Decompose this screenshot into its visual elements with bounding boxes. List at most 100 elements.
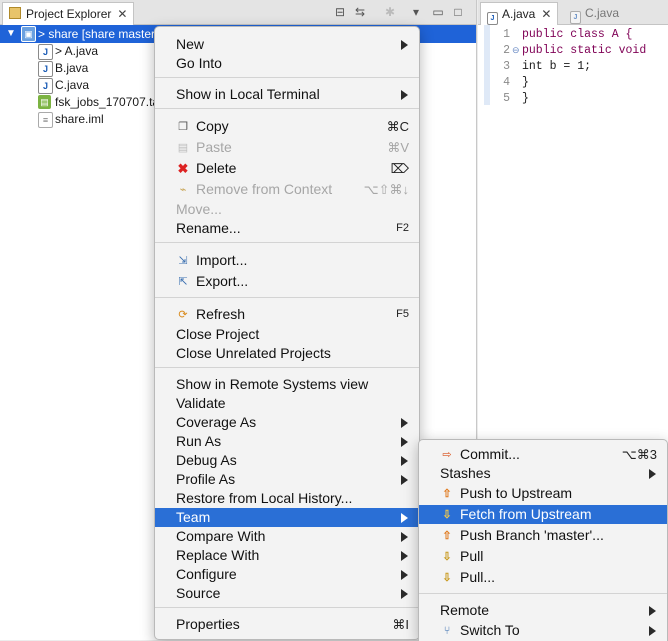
menu-item-source[interactable]: Source [155, 584, 419, 603]
tab-a-java[interactable]: J A.java ✕ [480, 2, 559, 25]
menu-item-go-into[interactable]: Go Into [155, 54, 419, 73]
menu-item-fetch-upstream[interactable]: ⇩ Fetch from Upstream [419, 505, 667, 524]
menu-item-close-project[interactable]: Close Project [155, 325, 419, 344]
menu-item-commit[interactable]: ⇨ Commit... ⌥⌘3 [419, 445, 667, 464]
shortcut: ⌘C [386, 119, 409, 134]
pull-icon: ⇩ [442, 551, 452, 563]
menu-label: Push Branch 'master'... [460, 527, 604, 543]
submenu-arrow-icon [401, 437, 408, 447]
menu-label: Run As [176, 433, 222, 449]
remove-context-icon: ⌁ [179, 184, 187, 196]
line-number: 4 [503, 76, 510, 89]
menu-item-new[interactable]: New [155, 35, 419, 54]
menu-item-export[interactable]: ⇱ Export... [155, 272, 419, 291]
menu-label: Close Unrelated Projects [176, 345, 331, 361]
menu-item-delete[interactable]: ✖ Delete ⌦ [155, 159, 419, 178]
shortcut: ⌥⌘3 [621, 447, 657, 462]
menu-item-refresh[interactable]: ⟳ Refresh F5 [155, 305, 419, 324]
project-folder-icon: ▣ [21, 26, 36, 42]
submenu-arrow-icon [649, 469, 656, 479]
pull-dialog-icon: ⇩ [442, 572, 452, 584]
menu-item-rename[interactable]: Rename... F2 [155, 219, 419, 238]
submenu-arrow-icon [401, 40, 408, 50]
submenu-arrow-icon [401, 589, 408, 599]
menu-label: Restore from Local History... [176, 490, 353, 506]
menu-item-close-unrelated[interactable]: Close Unrelated Projects [155, 344, 419, 363]
menu-item-remote[interactable]: Remote [419, 601, 667, 620]
menu-label: Compare With [176, 528, 266, 544]
fold-icon[interactable]: ⊖ [512, 43, 520, 59]
tab-c-java[interactable]: J C.java [564, 2, 625, 24]
menu-item-validate[interactable]: Validate [155, 394, 419, 413]
code-line: 4 } [478, 75, 668, 91]
import-icon: ⇲ [178, 255, 188, 267]
menu-item-coverage-as[interactable]: Coverage As [155, 413, 419, 432]
shortcut: ⌥⇧⌘↓ [363, 182, 409, 197]
menu-item-replace-with[interactable]: Replace With [155, 546, 419, 565]
menu-item-debug-as[interactable]: Debug As [155, 451, 419, 470]
tree-item-label: > share [share master [38, 27, 156, 41]
menu-label: New [176, 36, 205, 52]
switch-branch-icon: ⑂ [443, 625, 451, 637]
menu-label: Debug As [176, 452, 237, 468]
menu-item-import[interactable]: ⇲ Import... [155, 251, 419, 270]
menu-label: Fetch from Upstream [460, 506, 592, 522]
shortcut: ⌘V [387, 140, 409, 155]
submenu-arrow-icon [401, 513, 408, 523]
tab-project-explorer[interactable]: Project Explorer ✕ [2, 2, 135, 25]
menu-item-pull[interactable]: ⇩ Pull [419, 547, 667, 566]
submenu-arrow-icon [401, 570, 408, 580]
menu-item-copy[interactable]: ❐ Copy ⌘C [155, 117, 419, 136]
menu-item-show-remote-systems[interactable]: Show in Remote Systems view [155, 375, 419, 394]
paste-icon: ▤ [177, 142, 189, 154]
menu-label: Rename... [176, 220, 241, 236]
close-icon[interactable]: ✕ [541, 7, 551, 21]
code-area[interactable]: 1 public class A { 2 ⊖ public static voi… [478, 27, 668, 107]
menu-item-switch-to[interactable]: ⑂ Switch To [419, 621, 667, 640]
tree-item-label: share.iml [55, 112, 104, 126]
code-text: } [522, 92, 529, 105]
menu-separator [155, 607, 419, 608]
tree-item-label: > A.java [55, 44, 99, 58]
menu-item-configure[interactable]: Configure [155, 565, 419, 584]
refresh-icon: ⟳ [178, 309, 188, 321]
menu-item-profile-as[interactable]: Profile As [155, 470, 419, 489]
menu-item-properties[interactable]: Properties ⌘I [155, 615, 419, 634]
menu-item-move[interactable]: Move... [155, 200, 419, 219]
menu-item-team[interactable]: Team [155, 508, 419, 527]
menu-label: Commit... [460, 446, 520, 462]
menu-separator [155, 242, 419, 243]
menu-item-push-upstream[interactable]: ⇧ Push to Upstream [419, 484, 667, 503]
menu-item-show-local-terminal[interactable]: Show in Local Terminal [155, 85, 419, 104]
minimize-icon[interactable]: ▭ [431, 5, 445, 19]
menu-item-restore-history[interactable]: Restore from Local History... [155, 489, 419, 508]
menu-label: Team [176, 509, 211, 525]
menu-label: Stashes [440, 465, 491, 481]
focus-task-icon[interactable]: ✱ [383, 5, 397, 19]
close-icon[interactable]: ✕ [117, 7, 127, 21]
menu-label: Export... [196, 273, 249, 289]
maximize-icon[interactable]: □ [451, 5, 465, 19]
link-with-editor-icon[interactable]: ⇆ [353, 5, 367, 19]
menu-item-pull-dialog[interactable]: ⇩ Pull... [419, 568, 667, 587]
code-line: 3 int b = 1; [478, 59, 668, 75]
menu-item-paste[interactable]: ▤ Paste ⌘V [155, 138, 419, 157]
submenu-arrow-icon [649, 626, 656, 636]
menu-label: Close Project [176, 326, 260, 342]
menu-separator [155, 108, 419, 109]
menu-label: Show in Local Terminal [176, 86, 320, 102]
menu-item-remove-from-context[interactable]: ⌁ Remove from Context ⌥⇧⌘↓ [155, 180, 419, 199]
menu-label: Show in Remote Systems view [176, 376, 369, 392]
expand-arrow-icon[interactable]: ▼ [6, 25, 16, 43]
submenu-arrow-icon [401, 551, 408, 561]
menu-item-push-branch[interactable]: ⇧ Push Branch 'master'... [419, 526, 667, 545]
menu-item-run-as[interactable]: Run As [155, 432, 419, 451]
menu-label: Coverage As [176, 414, 257, 430]
menu-item-compare-with[interactable]: Compare With [155, 527, 419, 546]
fetch-icon: ⇩ [442, 509, 452, 521]
java-file-icon: J [487, 12, 498, 25]
view-menu-icon[interactable]: ▾ [409, 5, 423, 19]
collapse-all-icon[interactable]: ⊟ [333, 5, 347, 19]
menu-item-stashes[interactable]: Stashes [419, 464, 667, 483]
menu-separator [155, 297, 419, 298]
